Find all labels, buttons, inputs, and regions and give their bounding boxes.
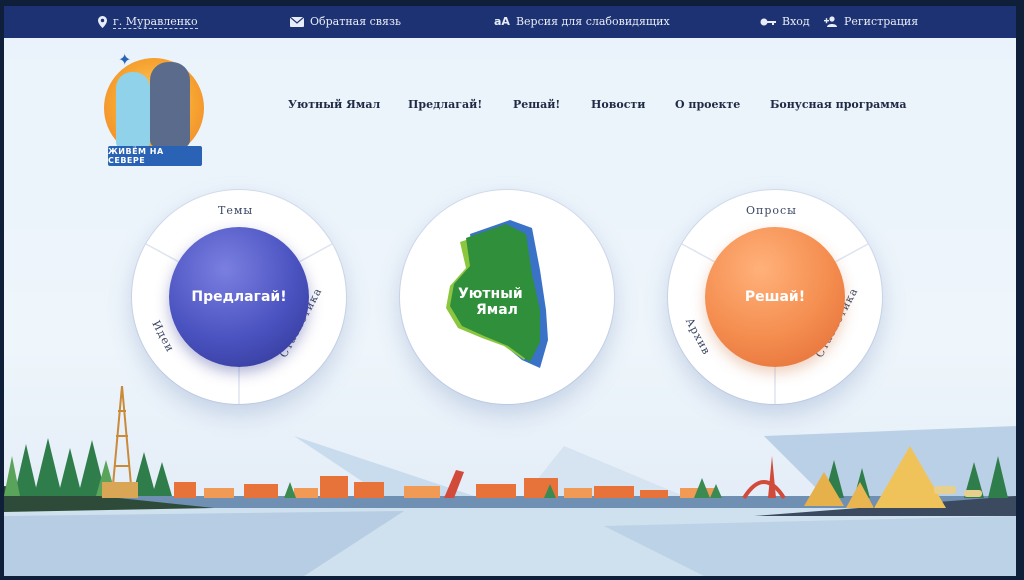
nav-bonus-program[interactable]: Бонусная программа — [770, 98, 907, 111]
nav-decide[interactable]: Решай! — [513, 98, 560, 111]
nav-cozy-yamal[interactable]: Уютный Ямал — [288, 98, 380, 111]
city-name: г. Муравленко — [113, 15, 198, 29]
decide-button[interactable]: Решай! — [705, 227, 845, 367]
envelope-icon — [290, 16, 304, 27]
accessibility-label: Версия для слабовидящих — [515, 15, 670, 28]
nav-news[interactable]: Новости — [591, 98, 645, 111]
landscape-illustration — [4, 386, 1016, 576]
cozy-yamal-title: Уютный Ямал — [458, 286, 558, 318]
cozy-yamal-line1: Уютный — [458, 286, 523, 302]
login-label: Вход — [782, 15, 810, 28]
star-icon: ✦ — [118, 50, 132, 69]
register-label: Регистрация — [844, 15, 919, 28]
location-pin-icon — [98, 16, 107, 28]
logo-banner: ЖИВЁМ НА СЕВЕРЕ — [108, 146, 202, 166]
nav-about[interactable]: О проекте — [675, 98, 740, 111]
decide-polls-link[interactable]: Опросы — [746, 204, 797, 217]
city-selector[interactable]: г. Муравленко — [98, 15, 198, 29]
key-icon — [760, 18, 776, 25]
page-frame: г. Муравленко Обратная связь аА Версия д… — [4, 6, 1016, 576]
feedback-link[interactable]: Обратная связь — [290, 15, 401, 28]
top-bar: г. Муравленко Обратная связь аА Версия д… — [4, 6, 1016, 38]
nav-propose[interactable]: Предлагай! — [408, 98, 482, 111]
polar-bear-figure — [116, 72, 150, 150]
register-link[interactable]: Регистрация — [824, 15, 918, 28]
decide-wheel: Опросы Архив Статистика Решай! — [668, 190, 882, 404]
site-logo[interactable]: ✦ ЖИВЁМ НА СЕВЕРЕ — [98, 50, 208, 174]
login-link[interactable]: Вход — [760, 15, 810, 28]
cozy-yamal-wheel[interactable]: Уютный Ямал — [400, 190, 614, 404]
cozy-yamal-line2: Ямал — [476, 302, 518, 318]
propose-topics-link[interactable]: Темы — [218, 204, 253, 217]
add-user-icon — [824, 16, 837, 27]
brown-bear-figure — [150, 62, 190, 148]
feedback-label: Обратная связь — [310, 15, 401, 28]
accessibility-link[interactable]: аА Версия для слабовидящих — [494, 15, 670, 28]
propose-wheel: Темы Идеи Статистика Предлагай! — [132, 190, 346, 404]
propose-button[interactable]: Предлагай! — [169, 227, 309, 367]
font-size-icon: аА — [494, 15, 510, 28]
